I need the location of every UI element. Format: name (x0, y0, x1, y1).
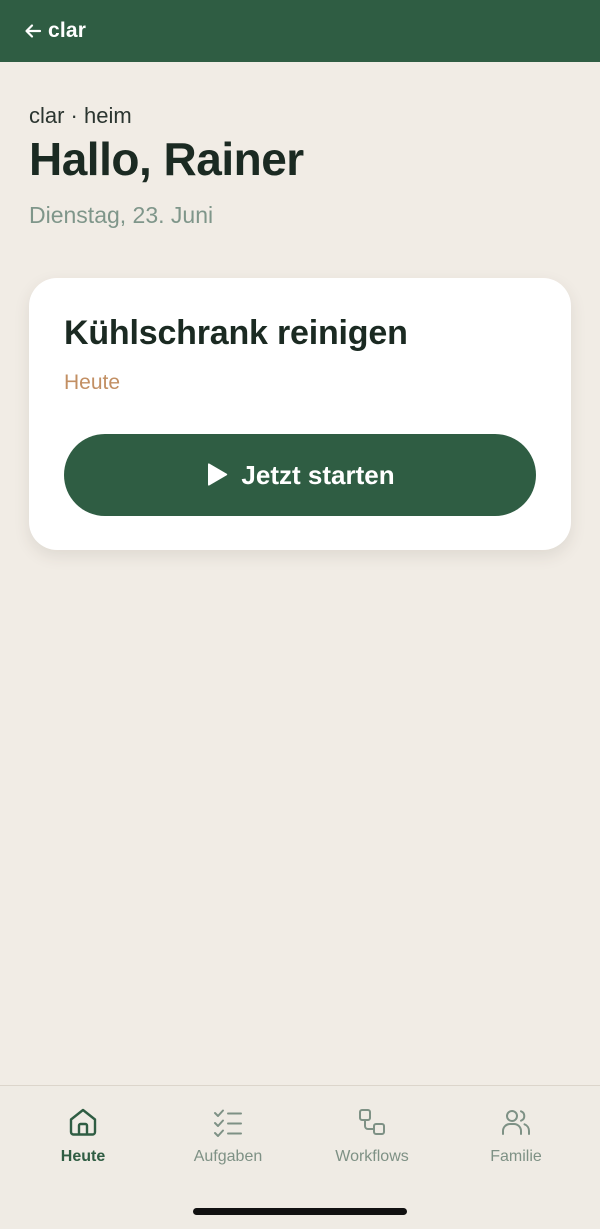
checklist-icon (214, 1109, 242, 1137)
task-due-label: Heute (64, 371, 121, 394)
home-indicator (193, 1208, 407, 1215)
nav-item-workflows[interactable]: Workflows (302, 1106, 442, 1166)
home-icon (69, 1108, 97, 1136)
nav-item-label: Workflows (335, 1148, 409, 1165)
nav-item-heute[interactable]: Heute (13, 1106, 153, 1166)
users-icon (502, 1110, 530, 1135)
nav-item-aufgaben[interactable]: Aufgaben (158, 1106, 298, 1166)
task-title: Kühlschrank reinigen (64, 314, 408, 352)
page-header: clar · heim Hallo, Rainer Dienstag, 23. … (29, 100, 569, 232)
page-title: Hallo, Rainer (29, 133, 304, 185)
nav-item-familie[interactable]: Familie (446, 1106, 586, 1166)
current-date: Dienstag, 23. Juni (29, 202, 214, 228)
start-task-label: Jetzt starten (241, 459, 395, 490)
top-app-bar: clar (0, 0, 600, 62)
back-button-label: clar (48, 19, 87, 42)
arrow-left-icon (25, 24, 42, 38)
task-card[interactable]: Kühlschrank reinigen Heute Jetzt starten (29, 278, 571, 550)
app-context-label: clar · heim (29, 103, 132, 128)
nav-item-label: Aufgaben (193, 1148, 263, 1165)
play-icon (208, 463, 228, 486)
nav-item-label: Familie (490, 1148, 542, 1165)
nav-item-label: Heute (60, 1148, 106, 1165)
start-task-button[interactable]: Jetzt starten (64, 434, 536, 516)
workflow-icon (359, 1109, 385, 1135)
back-button[interactable]: clar (24, 19, 86, 43)
